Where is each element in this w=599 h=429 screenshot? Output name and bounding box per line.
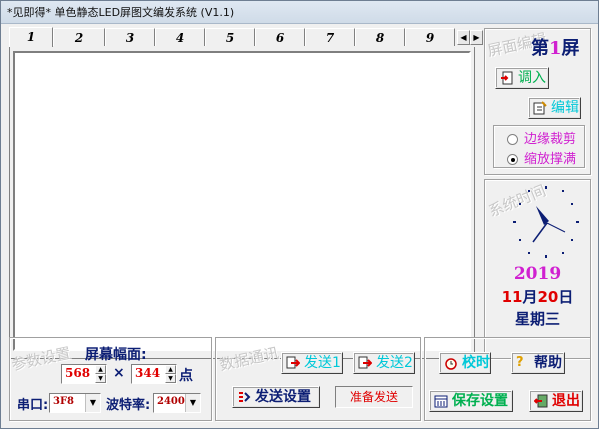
times-label: × [113, 365, 125, 381]
window-title: *见即得* 单色静态LED屏图文编发系统 (V1.1) [7, 6, 235, 19]
send-status: 准备发送 [335, 386, 413, 408]
edit-button[interactable]: 编辑 [528, 97, 581, 119]
year-label: 2019 [513, 264, 562, 284]
tab-7[interactable]: 7 [305, 28, 355, 46]
alarm-clock-icon [445, 358, 457, 370]
app-window: *见即得* 单色静态LED屏图文编发系统 (V1.1) 1 2 3 4 5 6 … [0, 0, 599, 429]
radio-edge-crop[interactable]: 边缘裁剪 [507, 128, 576, 147]
tab-scroller: ◀ ▶ [457, 30, 485, 45]
tab-5[interactable]: 5 [205, 28, 255, 46]
calibrate-time-button[interactable]: 校时 [439, 352, 491, 374]
exit-icon [534, 394, 548, 408]
calendar-icon [434, 395, 448, 408]
baud-select[interactable]: 2400 ▼ [153, 393, 201, 413]
screen-number-label: 第1屏 [531, 38, 580, 59]
width-spinner[interactable]: 568 ▲ ▼ [61, 364, 107, 384]
exit-button[interactable]: 退出 [529, 390, 583, 412]
client-area: 1 2 3 4 5 6 7 8 9 ◀ ▶ 屏面编辑 第1屏 调入 编辑 边缘裁… [5, 24, 594, 426]
send-settings-button[interactable]: 发送设置 [232, 386, 320, 408]
date-label: 11月20日 [501, 288, 574, 306]
import-icon [501, 71, 513, 85]
tab-1[interactable]: 1 [9, 27, 53, 47]
tab-9[interactable]: 9 [405, 28, 455, 46]
screen-canvas[interactable] [13, 51, 471, 351]
spin-down-icon[interactable]: ▼ [95, 374, 106, 383]
tab-8[interactable]: 8 [355, 28, 405, 46]
help-button[interactable]: ? 帮助 [511, 352, 565, 374]
title-bar[interactable]: *见即得* 单色静态LED屏图文编发系统 (V1.1) [1, 1, 598, 24]
spin-up-icon[interactable]: ▲ [165, 365, 176, 374]
chevron-down-icon: ▼ [85, 394, 100, 412]
spin-down-icon[interactable]: ▼ [165, 374, 176, 383]
import-button[interactable]: 调入 [495, 67, 549, 89]
tab-panel [9, 47, 475, 359]
chevron-down-icon: ▼ [185, 394, 200, 412]
tab-6[interactable]: 6 [255, 28, 305, 46]
edit-icon [533, 101, 547, 115]
unit-label: 点 [179, 368, 193, 384]
spin-up-icon[interactable]: ▲ [95, 365, 106, 374]
radio-checked-icon [507, 154, 518, 165]
tab-4[interactable]: 4 [155, 28, 205, 46]
tab-2[interactable]: 2 [53, 28, 105, 46]
send2-button[interactable]: 发送2 [353, 352, 415, 374]
send-icon [286, 356, 300, 369]
analog-clock [513, 186, 579, 258]
height-spinner[interactable]: 344 ▲ ▼ [131, 364, 177, 384]
question-icon: ? [516, 355, 524, 370]
send1-button[interactable]: 发送1 [281, 352, 343, 374]
tab-scroll-left-icon[interactable]: ◀ [457, 30, 470, 45]
port-label: 串口: [17, 398, 49, 413]
save-settings-button[interactable]: 保存设置 [429, 390, 513, 412]
settings-icon [239, 392, 251, 402]
port-select[interactable]: 3F8 ▼ [49, 393, 101, 413]
baud-label: 波特率: [106, 398, 151, 413]
radio-scale-fill[interactable]: 缩放撑满 [507, 148, 576, 167]
screen-tabs: 1 2 3 4 5 6 7 8 9 ◀ ▶ [9, 27, 483, 47]
radio-circle-icon [507, 134, 518, 145]
tab-scroll-right-icon[interactable]: ▶ [470, 30, 483, 45]
send-icon [358, 356, 372, 369]
tab-3[interactable]: 3 [105, 28, 155, 46]
weekday-label: 星期三 [514, 310, 560, 328]
screen-size-label: 屏幕幅面: [85, 347, 147, 363]
